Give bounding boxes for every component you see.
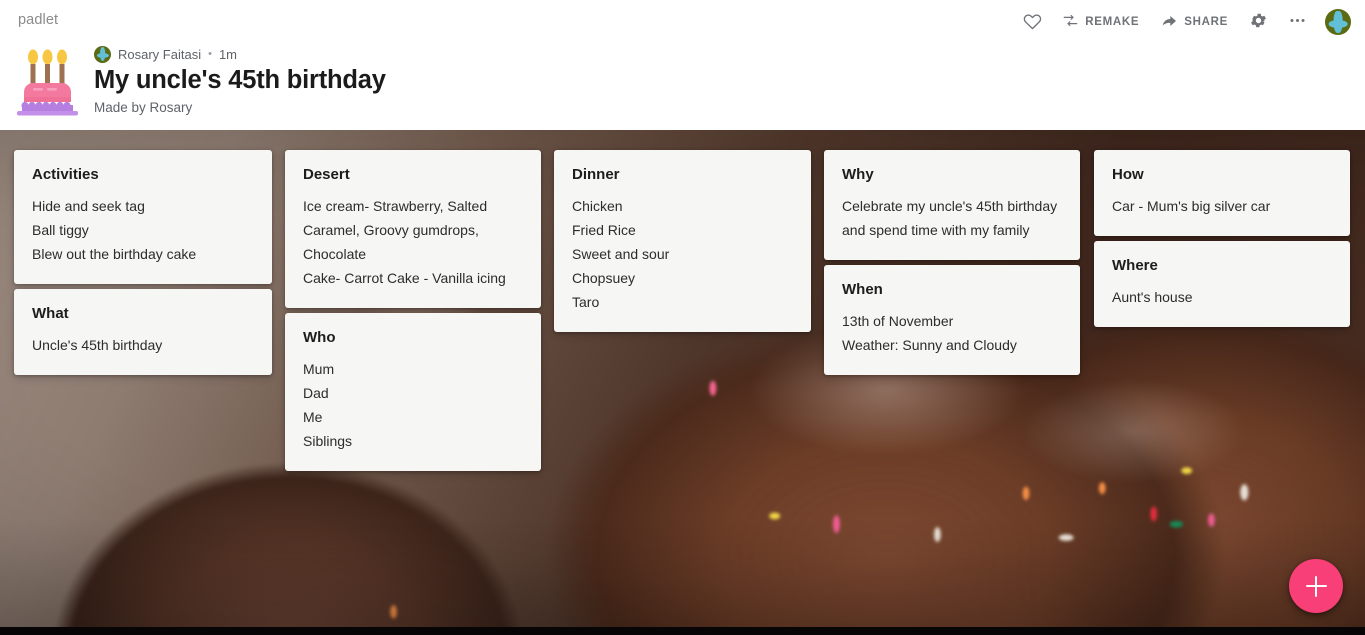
post-card-title: Dinner <box>572 166 620 183</box>
board-header: Rosary Faitasi • 1m My uncle's 45th birt… <box>0 44 1365 130</box>
post-card-line: Aunt's house <box>1112 288 1193 305</box>
post-card-line: Ice cream- Strawberry, Salted Caramel, G… <box>303 197 488 262</box>
board-canvas[interactable]: Activities Hide and seek tag Ball tiggy Ble… <box>0 130 1365 635</box>
post-card[interactable]: How Car - Mum's big silver car <box>1094 150 1350 236</box>
padlet-app: padlet REMAKE SHARE Rosary Faitasi • 1m … <box>0 0 1365 635</box>
post-card[interactable]: When 13th of November Weather: Sunny and C… <box>824 265 1080 375</box>
post-card-line: Cake- Carrot Cake - Vanilla icing <box>303 269 506 286</box>
like-button[interactable] <box>1013 5 1052 39</box>
toolbar-actions: REMAKE SHARE <box>1013 0 1351 44</box>
post-card[interactable]: Who Mum Dad Me Siblings <box>285 313 541 471</box>
post-card[interactable]: Dinner Chicken Fried Rice Sweet and sour Cho… <box>554 150 811 332</box>
post-card[interactable]: Activities Hide and seek tag Ball tiggy Ble… <box>14 150 272 284</box>
user-avatar <box>1325 9 1351 35</box>
post-card-line: Mum <box>303 360 335 377</box>
post-card-line: 13th of November <box>842 312 954 329</box>
post-card-title: Who <box>303 329 336 346</box>
gear-icon <box>1249 11 1268 33</box>
share-label: SHARE <box>1184 16 1228 28</box>
post-card-title: How <box>1112 166 1144 183</box>
timestamp: 1m <box>218 46 237 62</box>
post-card[interactable]: What Uncle's 45th birthday <box>14 289 272 375</box>
post-card-title: Where <box>1112 257 1158 274</box>
post-card-line: Celebrate my uncle's 45th birthday and s… <box>842 197 1058 238</box>
page-title[interactable]: My uncle's 45th birthday <box>94 65 386 97</box>
post-card-title: What <box>32 305 69 322</box>
post-card-line: Hide and seek tag <box>32 197 145 214</box>
post-card-line: Dad <box>303 384 329 401</box>
post-card-title: Activities <box>32 166 99 183</box>
post-card-line: Fried Rice <box>572 221 636 238</box>
share-button[interactable]: SHARE <box>1150 7 1239 38</box>
post-card-line: Chopsuey <box>572 269 636 286</box>
post-card-title: Why <box>842 166 874 183</box>
post-card-line: Sweet and sour <box>572 245 670 262</box>
board-header-text: Rosary Faitasi • 1m My uncle's 45th birt… <box>94 45 386 115</box>
post-card-title: When <box>842 281 883 298</box>
post-card[interactable]: Why Celebrate my uncle's 45th birthday an… <box>824 150 1080 260</box>
account-avatar-button[interactable] <box>1325 9 1351 35</box>
more-options-button[interactable] <box>1278 5 1317 39</box>
remake-icon <box>1063 13 1078 31</box>
post-card-line: Ball tiggy <box>32 221 89 238</box>
heart-icon <box>1023 11 1042 33</box>
board-subtitle[interactable]: Made by Rosary <box>94 100 386 115</box>
post-card-line: Siblings <box>303 432 353 449</box>
post-card-line: Blew out the birthday cake <box>32 245 197 262</box>
post-card-title: Desert <box>303 166 350 183</box>
post-card[interactable]: Desert Ice cream- Strawberry, Salted Cara… <box>285 150 541 308</box>
settings-button[interactable] <box>1239 5 1278 39</box>
byline-separator: • <box>208 47 212 60</box>
post-card-line: Me <box>303 408 323 425</box>
post-card[interactable]: Where Aunt's house <box>1094 241 1350 327</box>
author-avatar <box>94 45 111 63</box>
post-card-line: Car - Mum's big silver car <box>1112 197 1271 214</box>
post-card-line: Uncle's 45th birthday <box>32 336 163 353</box>
add-post-button[interactable] <box>1289 559 1343 613</box>
post-card-line: Weather: Sunny and Cloudy <box>842 336 1017 353</box>
ellipsis-icon <box>1288 11 1307 33</box>
byline: Rosary Faitasi • 1m <box>94 45 386 63</box>
post-card-line: Taro <box>572 293 600 310</box>
remake-button[interactable]: REMAKE <box>1052 7 1150 37</box>
remake-label: REMAKE <box>1085 16 1140 28</box>
share-arrow-icon <box>1161 13 1177 32</box>
author-name[interactable]: Rosary Faitasi <box>118 47 201 62</box>
top-toolbar: padlet REMAKE SHARE <box>0 0 1365 44</box>
padlet-logo[interactable]: padlet <box>18 13 58 28</box>
post-card-line: Chicken <box>572 197 623 214</box>
birthday-cake-icon <box>14 42 82 118</box>
